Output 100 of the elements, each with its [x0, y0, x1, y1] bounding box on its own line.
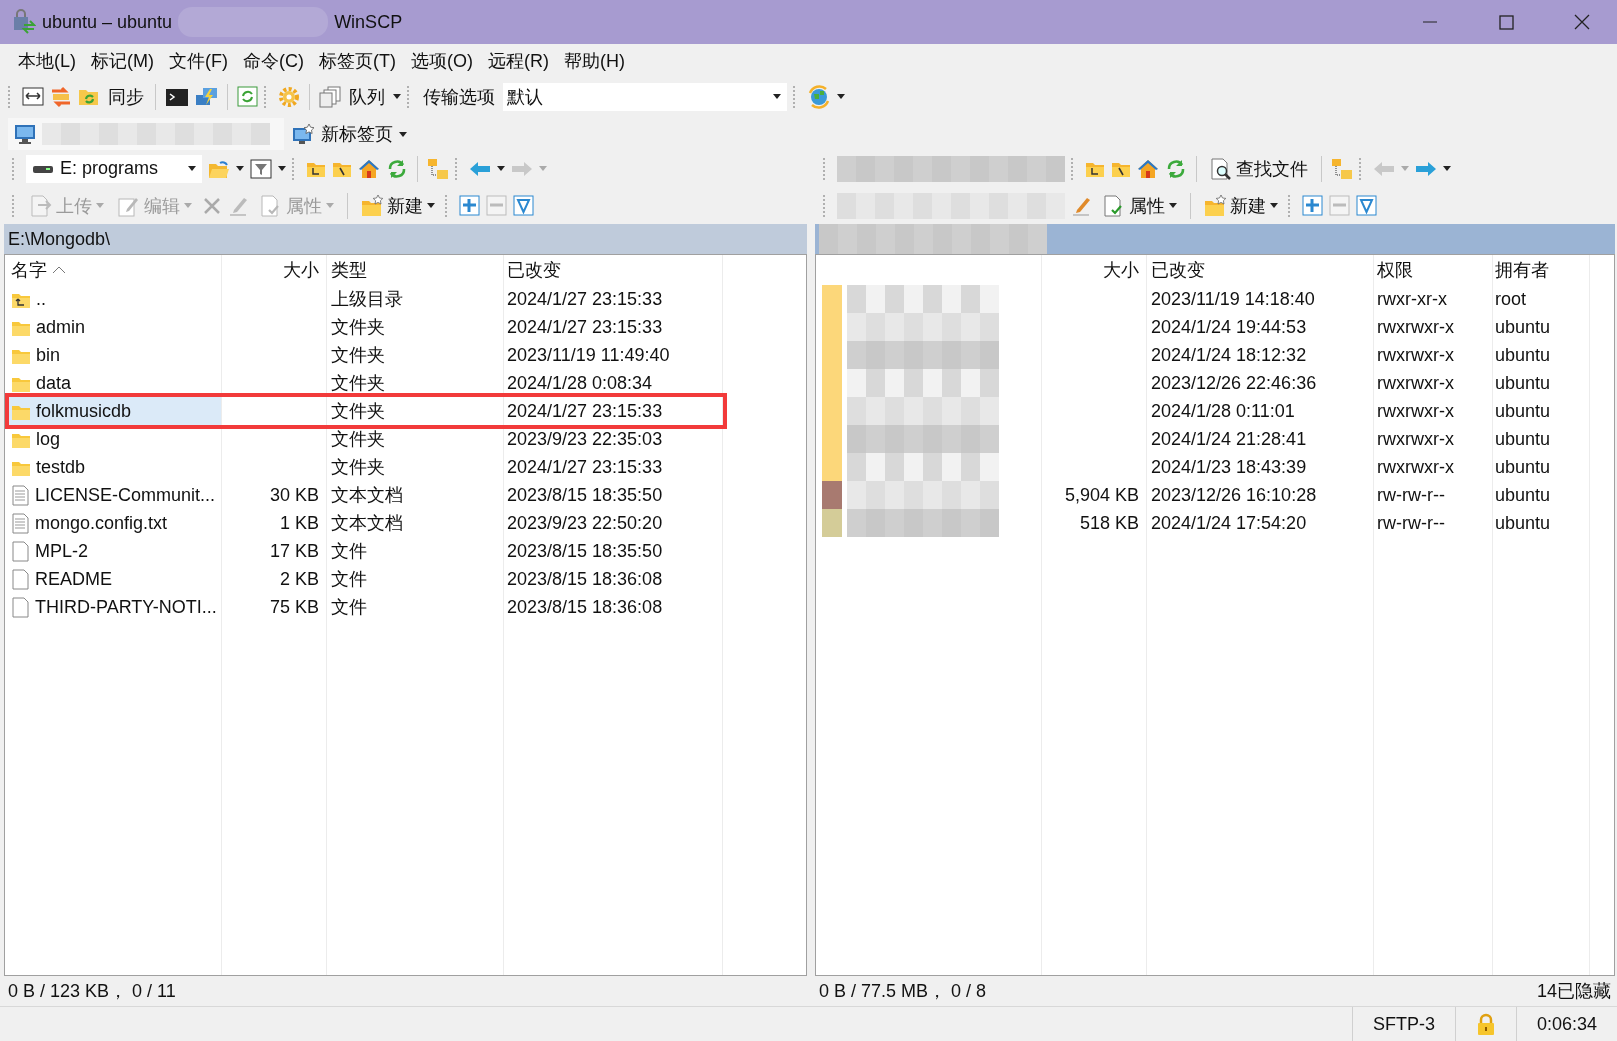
forward-arrow-icon[interactable] [1415, 160, 1437, 177]
maximize-icon[interactable] [1498, 14, 1514, 30]
refresh-icon[interactable] [1165, 157, 1187, 180]
globe-sync-icon[interactable] [807, 84, 831, 109]
modified-date: 2024/1/24 18:12:32 [1151, 344, 1307, 366]
file-icon [11, 568, 30, 590]
file-name[interactable]: LICENSE-Communit... [35, 484, 216, 506]
transfer-options-label: 传输选项 [422, 85, 496, 109]
file-name[interactable]: mongo.config.txt [35, 512, 168, 534]
owner: ubuntu [1495, 316, 1551, 338]
transfer-settings-dropdown[interactable]: 默认 [503, 82, 787, 111]
menu-item[interactable]: 标签页(T) [318, 47, 396, 75]
modified-date: 2023/12/26 22:46:36 [1151, 372, 1317, 394]
permissions: rw-rw-r-- [1377, 512, 1445, 534]
caret-icon[interactable] [1270, 203, 1278, 208]
menu-item[interactable]: 远程(R) [487, 47, 549, 75]
column-header[interactable]: 权限 [1377, 258, 1413, 282]
modified-date: 2024/1/27 23:15:33 [507, 400, 663, 422]
filter-icon[interactable] [250, 158, 272, 179]
caret-icon[interactable] [427, 203, 435, 208]
file-name[interactable]: admin [36, 316, 86, 338]
documents-icon[interactable] [319, 85, 341, 108]
file-size: 2 KB [279, 568, 319, 590]
caret-icon[interactable] [837, 94, 845, 99]
menu-item[interactable]: 帮助(H) [563, 47, 625, 75]
file-name[interactable]: MPL-2 [35, 540, 88, 562]
column-header[interactable]: 大小 [1103, 258, 1139, 282]
back-arrow-icon[interactable] [469, 160, 491, 177]
unselect-icon[interactable] [1329, 195, 1350, 216]
file-name[interactable]: README [35, 568, 112, 590]
folder-tree-icon[interactable] [427, 157, 449, 180]
invert-selection-icon[interactable] [513, 195, 534, 216]
caret-icon[interactable] [773, 94, 781, 99]
modified-date: 2024/1/27 23:15:33 [507, 456, 663, 478]
invert-selection-icon[interactable] [1356, 195, 1377, 216]
caret-icon[interactable] [1169, 203, 1177, 208]
new-folder-icon[interactable] [1204, 194, 1226, 217]
properties-icon[interactable] [1103, 194, 1125, 217]
file-name[interactable]: log [36, 428, 61, 450]
monitor-star-icon[interactable] [292, 123, 315, 145]
file-name[interactable]: bin [36, 344, 61, 366]
computer-lightning-icon[interactable] [195, 86, 218, 107]
column-header[interactable]: 名字 [11, 258, 47, 282]
open-folder-icon[interactable] [208, 158, 230, 179]
modified-date: 2024/1/28 0:11:01 [1151, 400, 1295, 422]
caret-icon[interactable] [399, 131, 407, 137]
session-tab[interactable] [8, 118, 284, 150]
find-files-button[interactable]: 查找文件 [1206, 156, 1312, 181]
modified-date: 2023/9/23 22:35:03 [507, 428, 663, 450]
settings-icon[interactable] [278, 85, 300, 108]
close-icon[interactable] [1574, 14, 1590, 30]
new-folder-icon[interactable] [361, 194, 383, 217]
select-icon[interactable] [1302, 195, 1323, 216]
caret-icon[interactable] [497, 166, 505, 171]
window-title: WinSCP [334, 11, 403, 33]
folder-tree-icon[interactable] [1331, 157, 1353, 180]
new-button[interactable]: 新建 [357, 193, 439, 218]
file-type: 文件夹 [331, 428, 385, 451]
caret-icon[interactable] [236, 166, 244, 171]
column-header[interactable]: 拥有者 [1495, 258, 1549, 282]
menu-item[interactable]: 命令(C) [242, 47, 304, 75]
column-header[interactable]: 已改变 [1151, 258, 1205, 282]
modified-date: 2023/8/15 18:36:08 [507, 596, 663, 618]
home-icon[interactable] [1137, 158, 1159, 179]
properties-button[interactable]: 属性 [1099, 193, 1181, 218]
caret-icon[interactable] [393, 94, 401, 99]
menu-item[interactable]: 标记(M) [91, 47, 154, 75]
drive-dropdown[interactable]: E: programs [26, 154, 202, 183]
compare-icon[interactable] [22, 86, 44, 107]
select-icon[interactable] [459, 195, 480, 216]
column-header[interactable]: 类型 [331, 258, 367, 282]
permissions: rwxr-xr-x [1377, 288, 1447, 310]
caret-icon[interactable] [188, 166, 196, 171]
file-name[interactable]: THIRD-PARTY-NOTI... [35, 596, 217, 618]
file-type-icon [822, 285, 842, 313]
unselect-icon[interactable] [486, 195, 507, 216]
find-file-icon[interactable] [1210, 157, 1232, 180]
column-header[interactable]: 已改变 [507, 258, 561, 282]
caret-icon[interactable] [278, 166, 286, 171]
file-name[interactable]: data [36, 372, 72, 394]
refresh-icon[interactable] [386, 157, 408, 180]
menu-item[interactable]: 选项(O) [410, 47, 473, 75]
home-icon[interactable] [358, 158, 380, 179]
caret-icon[interactable] [1443, 166, 1451, 171]
queue-button[interactable]: 队列 [347, 84, 387, 109]
new-button[interactable]: 新建 [1200, 193, 1282, 218]
refresh-icon[interactable] [237, 86, 258, 107]
delete-icon[interactable] [202, 195, 222, 216]
file-name[interactable]: testdb [36, 456, 86, 478]
modified-date: 2023/8/15 18:35:50 [507, 484, 663, 506]
menu-item[interactable]: 文件(F) [169, 47, 228, 75]
sync-button[interactable]: 同步 [106, 84, 146, 109]
menu-item[interactable]: 本地(L) [18, 47, 76, 75]
file-icon [11, 596, 30, 618]
file-name[interactable]: .. [36, 288, 46, 310]
swap-icon[interactable] [50, 85, 72, 108]
file-name[interactable]: folkmusicdb [36, 400, 132, 422]
app-icon [12, 9, 36, 35]
selection-status: 0 B / 123 KB， 0 / 11 [8, 980, 176, 1003]
column-header[interactable]: 大小 [283, 258, 319, 282]
